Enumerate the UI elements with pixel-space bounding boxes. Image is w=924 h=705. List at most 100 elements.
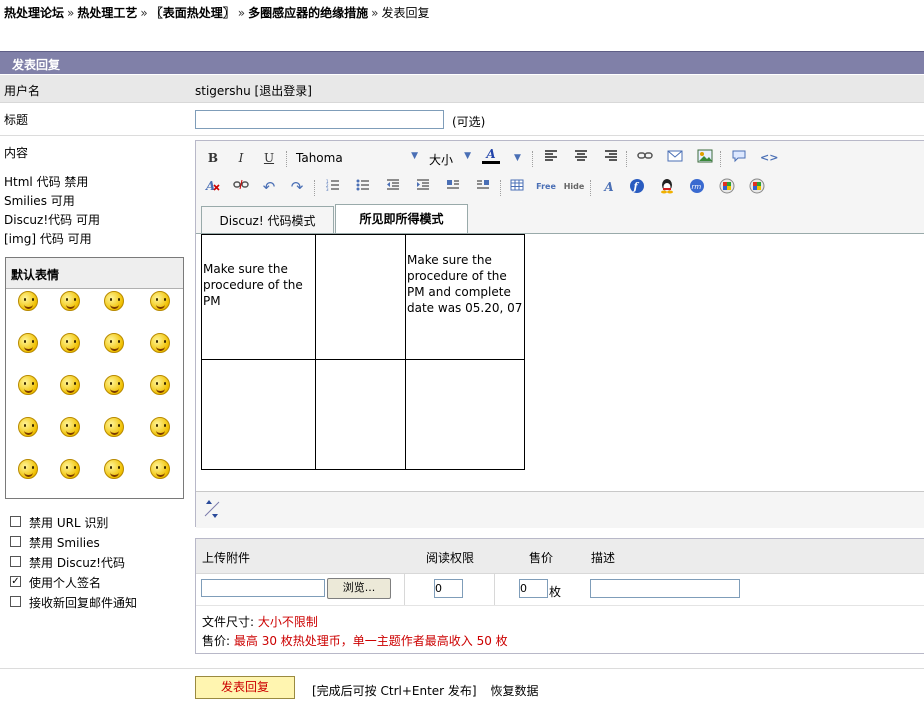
checkbox-label[interactable]: 禁用 Smilies [29, 534, 100, 551]
align-right-icon[interactable] [602, 149, 620, 167]
table-cell[interactable] [315, 234, 406, 360]
smiley-icon[interactable] [150, 333, 170, 353]
smiley-icon[interactable] [104, 333, 124, 353]
image-icon[interactable] [696, 149, 714, 167]
email-icon[interactable] [666, 149, 684, 167]
bold-button[interactable]: B [204, 149, 222, 167]
table-cell[interactable]: Make sure the procedure of the PM [201, 234, 316, 360]
undo-icon[interactable]: ↶ [260, 178, 278, 196]
submit-reply-button[interactable]: 发表回复 [195, 676, 295, 699]
table-cell[interactable] [315, 359, 406, 470]
tab-discuz-code[interactable]: Discuz! 代码模式 [201, 206, 334, 234]
breadcrumb-item-thread[interactable]: 多圈感应器的绝缘措施 [248, 6, 368, 20]
flash-icon[interactable]: f [628, 178, 646, 196]
unordered-list-icon[interactable] [354, 178, 372, 196]
checkbox[interactable] [10, 536, 21, 547]
attachment-panel: 上传附件 阅读权限 售价 描述 浏览... 枚 文件尺寸: 大小不限制 售价: … [195, 538, 924, 654]
description-input[interactable] [590, 579, 740, 598]
remove-format-icon[interactable]: A [204, 178, 222, 196]
checkbox[interactable] [10, 516, 21, 527]
realmedia-icon[interactable]: rm [688, 178, 706, 196]
smiley-icon[interactable] [60, 417, 80, 437]
align-center-icon[interactable] [572, 149, 590, 167]
browse-button[interactable]: 浏览... [327, 578, 391, 599]
file-size-note: 文件尺寸: 大小不限制 [202, 613, 318, 630]
checkbox-label[interactable]: 禁用 Discuz!代码 [29, 554, 125, 571]
italic-button[interactable]: I [232, 149, 250, 167]
restore-data-link[interactable]: 恢复数据 [490, 684, 538, 698]
breadcrumb-item-category[interactable]: 热处理工艺 [77, 6, 137, 20]
free-button[interactable]: Free [534, 178, 558, 196]
price-input[interactable] [519, 579, 548, 598]
resize-handle-icon[interactable] [202, 498, 222, 520]
smiley-eyes [66, 466, 76, 469]
audio-media-icon[interactable] [748, 178, 766, 196]
ordered-list-icon[interactable]: 123 [324, 178, 342, 196]
smiley-icon[interactable] [60, 375, 80, 395]
smiley-icon[interactable] [60, 333, 80, 353]
align-left-icon[interactable] [542, 149, 560, 167]
checkbox-label[interactable]: 接收新回复邮件通知 [29, 594, 137, 611]
smiley-icon[interactable] [60, 291, 80, 311]
qq-icon[interactable] [658, 178, 676, 196]
text-color-button[interactable]: A [482, 147, 500, 164]
checkbox[interactable]: ✓ [10, 576, 21, 587]
tab-wysiwyg[interactable]: 所见即所得模式 [335, 204, 468, 234]
code-icon[interactable]: <> [760, 149, 778, 167]
smiley-icon[interactable] [104, 417, 124, 437]
smiley-icon[interactable] [18, 375, 38, 395]
quote-icon[interactable] [730, 149, 748, 167]
outdent-icon[interactable] [384, 178, 402, 196]
wysiwyg-editor-area[interactable]: Make sure the procedure of the PM Make s… [196, 233, 924, 492]
logout-link[interactable]: [退出登录] [255, 84, 312, 98]
smiley-icon[interactable] [18, 459, 38, 479]
table-cell[interactable] [201, 359, 316, 470]
subject-input[interactable] [195, 110, 444, 129]
float-left-icon[interactable] [444, 178, 462, 196]
form-title: 发表回复 [12, 58, 61, 72]
checkbox[interactable] [10, 596, 21, 607]
table-cell[interactable] [405, 359, 525, 470]
option-smilies-status: 可用 [50, 194, 75, 208]
windows-media-icon[interactable] [718, 178, 736, 196]
smiley-icon[interactable] [18, 333, 38, 353]
smiley-eyes [156, 466, 166, 469]
smiley-eyes [110, 340, 120, 343]
table-cell[interactable]: Make sure the procedure of the PM and co… [405, 234, 525, 360]
smiley-icon[interactable] [104, 291, 124, 311]
smiley-icon[interactable] [104, 459, 124, 479]
checkbox-label[interactable]: 使用个人签名 [29, 574, 101, 591]
smiley-icon[interactable] [150, 417, 170, 437]
smiley-icon[interactable] [18, 291, 38, 311]
redo-icon[interactable]: ↷ [288, 178, 306, 196]
breadcrumb-item-forum[interactable]: 热处理论坛 [4, 6, 64, 20]
smiley-icon[interactable] [104, 375, 124, 395]
read-permission-input[interactable] [434, 579, 463, 598]
chevron-down-icon[interactable]: ▼ [514, 153, 521, 163]
content-label: 内容 [4, 146, 29, 160]
unlink-icon[interactable] [232, 178, 250, 196]
float-right-icon[interactable] [474, 178, 492, 196]
table-icon[interactable] [508, 178, 526, 196]
smiley-eyes [110, 382, 120, 385]
smiley-icon[interactable] [18, 417, 38, 437]
link-icon[interactable] [636, 149, 654, 167]
underline-button[interactable]: U [260, 149, 278, 167]
file-path-input[interactable] [201, 579, 325, 597]
size-select[interactable]: 大小 ▼ [429, 151, 471, 167]
checkbox-label[interactable]: 禁用 URL 识别 [29, 514, 108, 531]
editor-table[interactable]: Make sure the procedure of the PM Make s… [201, 234, 525, 470]
font-select[interactable]: Tahoma ▼ [296, 151, 418, 167]
indent-icon[interactable] [414, 178, 432, 196]
smiley-icon[interactable] [60, 459, 80, 479]
smiley-icon[interactable] [150, 375, 170, 395]
smiley-icon[interactable] [150, 459, 170, 479]
breadcrumb-separator: » [371, 6, 379, 20]
font-style-icon[interactable]: A [600, 178, 618, 196]
smiley-eyes [156, 382, 166, 385]
hide-button[interactable]: Hide [562, 178, 586, 196]
checkbox[interactable] [10, 556, 21, 567]
smiley-icon[interactable] [150, 291, 170, 311]
smiley-mouth [24, 303, 33, 309]
breadcrumb-item-board[interactable]: 〖表面热处理〗 [151, 6, 235, 20]
